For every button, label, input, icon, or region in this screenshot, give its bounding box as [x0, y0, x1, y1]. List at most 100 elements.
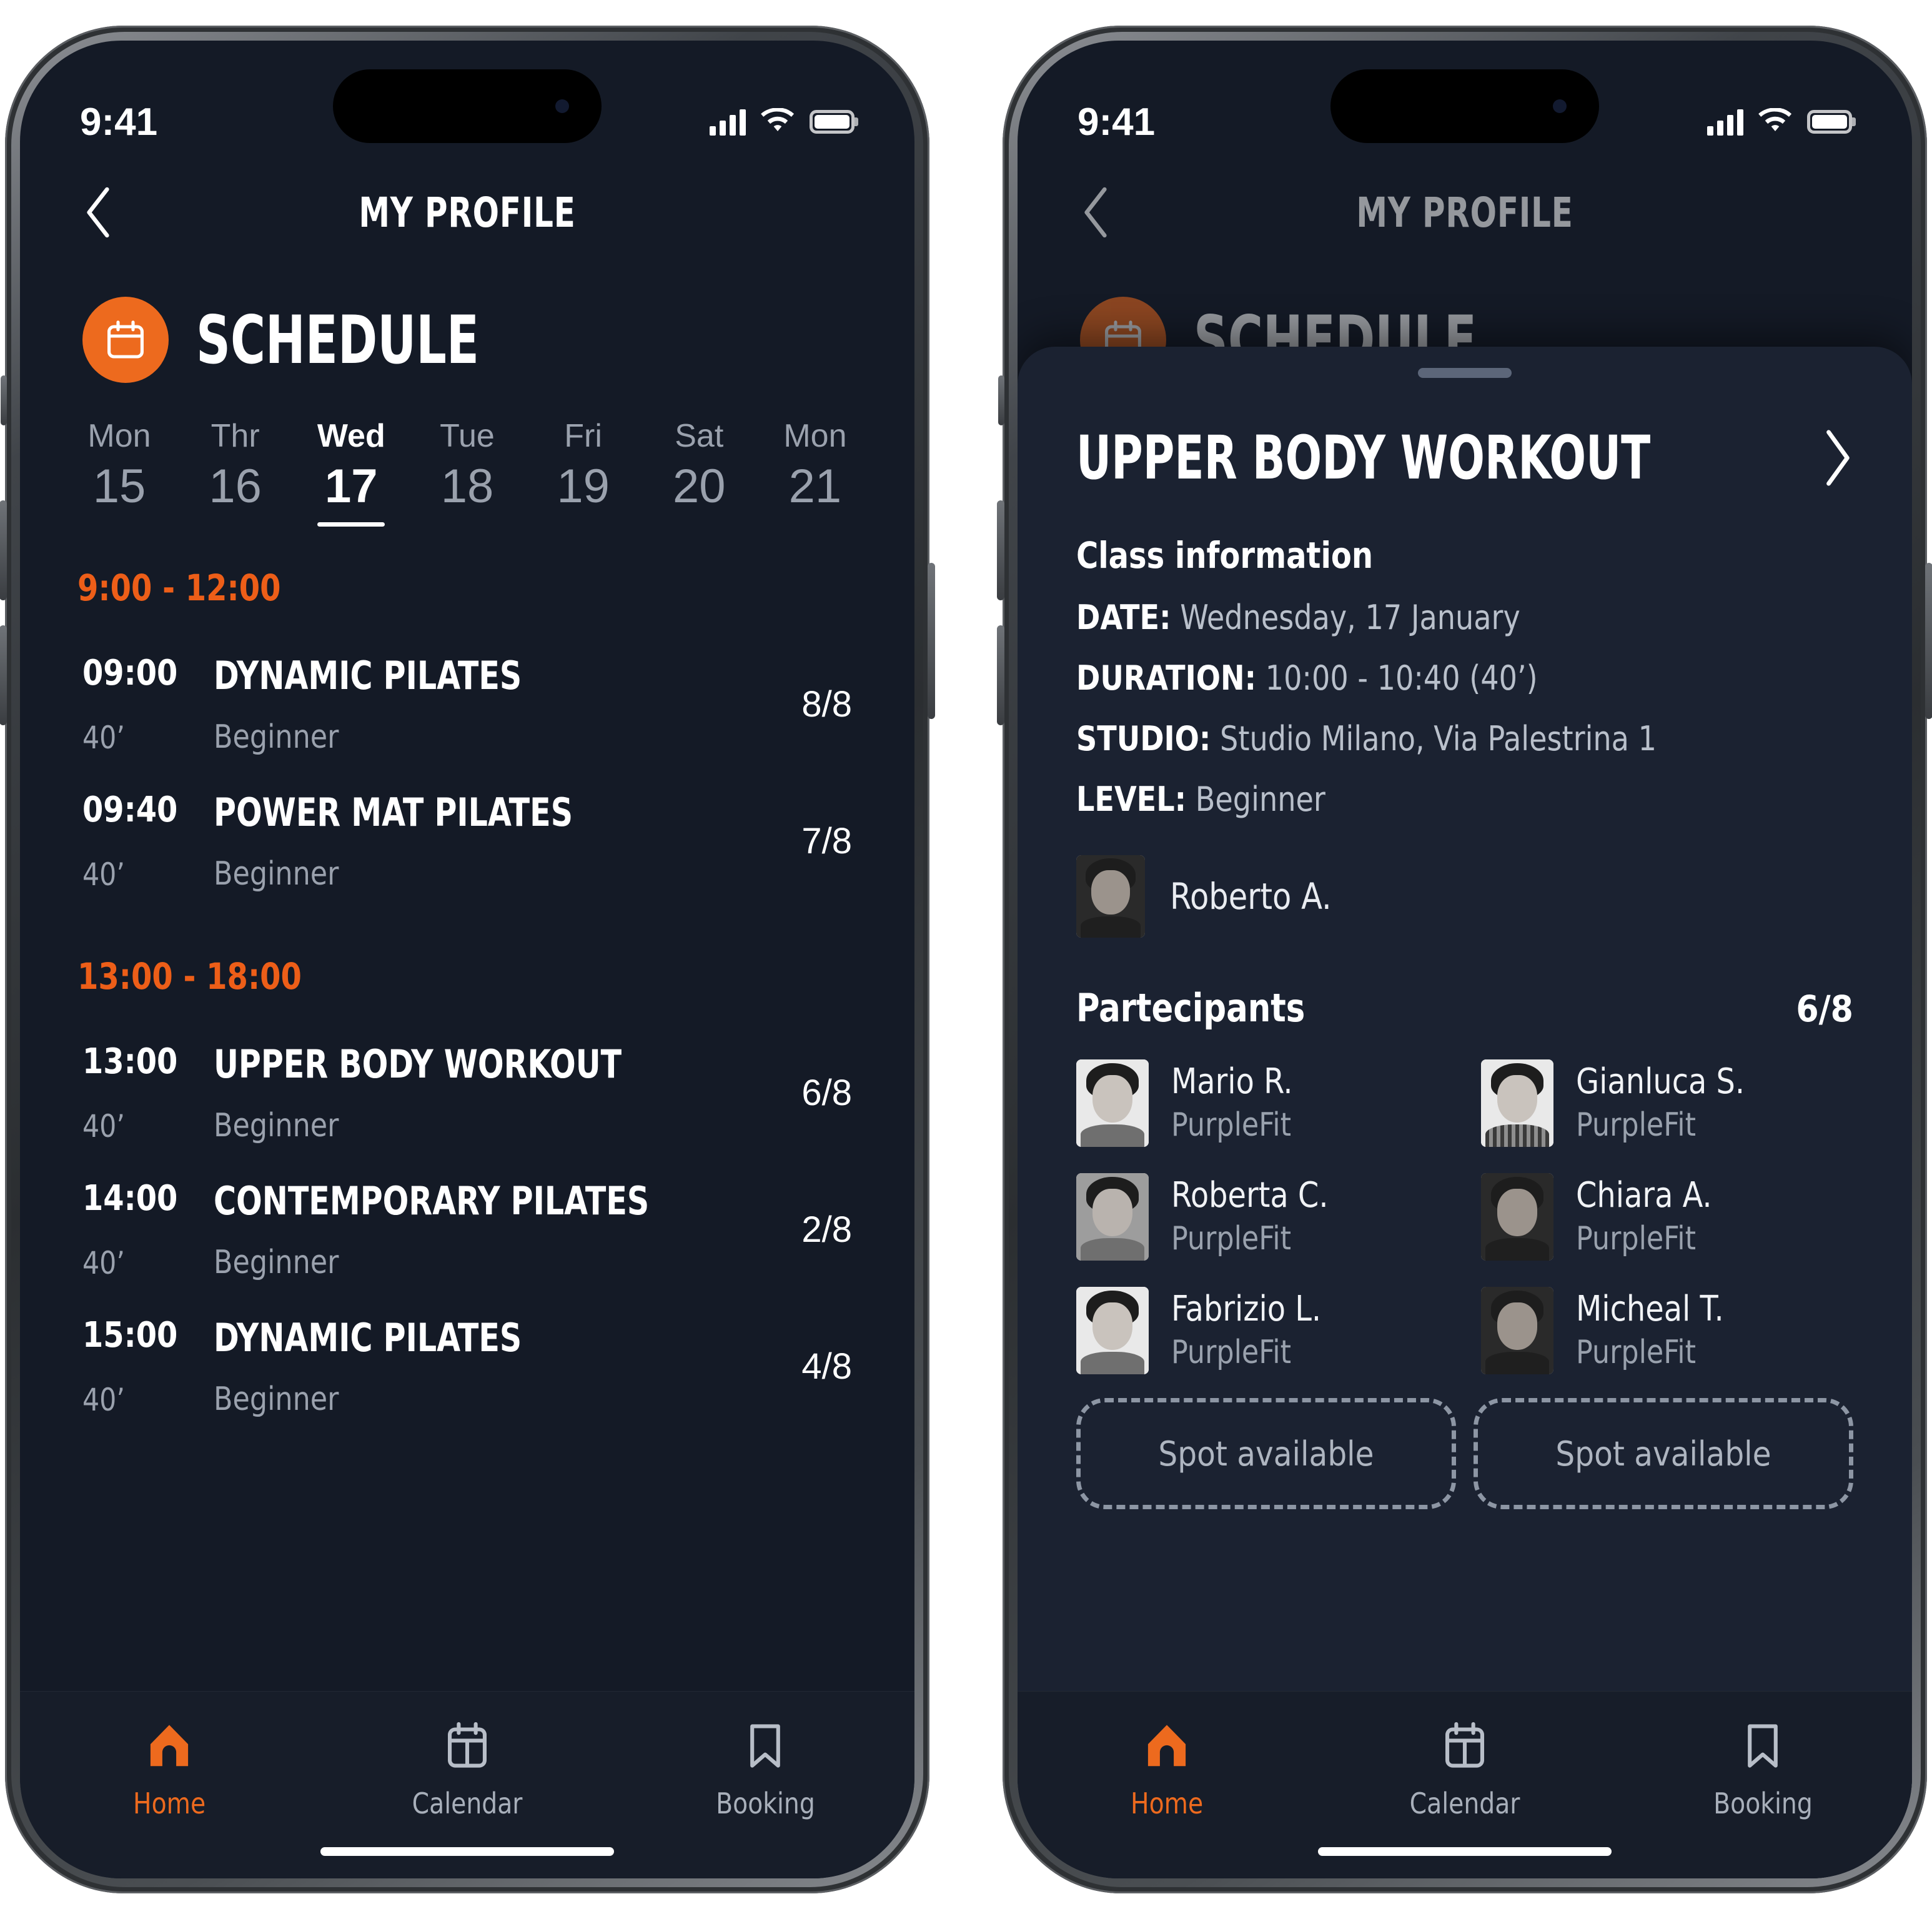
screen-right: 9:41 MY PROFILE SCHEDULE UPPER BODY WORK…: [1018, 41, 1912, 1878]
class-row[interactable]: 13:00 40’ UPPER BODY WORKOUT Beginner 6/…: [20, 1026, 914, 1163]
info-value: Studio Milano, Via Palestrina 1: [1220, 719, 1657, 758]
participant-name: Fabrizio L.: [1171, 1289, 1322, 1330]
slot-header-afternoon: 13:00 - 18:00: [77, 955, 302, 998]
tab-label: Calendar: [1409, 1787, 1520, 1820]
class-level: Beginner: [214, 718, 339, 756]
tab-home[interactable]: Home: [1018, 1719, 1315, 1820]
day-item-4[interactable]: Fri 19: [537, 418, 630, 527]
page-title: MY PROFILE: [359, 188, 576, 237]
day-selector[interactable]: Mon 15 Thr 16 Wed 17 Tue 18 Fri 19 Sat 2…: [20, 383, 914, 527]
class-info-block: POWER MAT PILATES Beginner: [207, 790, 758, 893]
sheet-drag-handle[interactable]: [1418, 368, 1512, 378]
day-item-5[interactable]: Sat 20: [652, 418, 746, 527]
volume-down-button[interactable]: [997, 625, 1004, 725]
participant-name: Chiara A.: [1576, 1175, 1712, 1216]
spot-available-slot[interactable]: Spot available: [1474, 1398, 1853, 1509]
screenshot-stage: 9:41 MY PROFILE SCHEDULE Mon 15 Thr 16 W…: [0, 0, 1932, 1919]
day-number: 20: [673, 459, 726, 513]
day-number: 15: [92, 459, 146, 513]
day-item-1[interactable]: Thr 16: [189, 418, 282, 527]
spot-available-slot[interactable]: Spot available: [1076, 1398, 1456, 1509]
sheet-class-title: UPPER BODY WORKOUT: [1076, 423, 1651, 493]
day-number: 18: [440, 459, 494, 513]
wifi-icon: [1758, 108, 1792, 131]
tab-booking[interactable]: Booking: [617, 1719, 914, 1820]
home-indicator[interactable]: [320, 1847, 614, 1856]
participant-item[interactable]: Mario R. PurpleFit: [1076, 1059, 1449, 1147]
day-number: 19: [557, 459, 610, 513]
day-item-6[interactable]: Mon 21: [768, 418, 862, 527]
participant-item[interactable]: Gianluca S. PurpleFit: [1481, 1059, 1853, 1147]
info-value: 10:00 - 10:40 (40’): [1265, 658, 1538, 698]
power-button[interactable]: [928, 563, 935, 719]
class-row[interactable]: 09:40 40’ POWER MAT PILATES Beginner 7/8: [20, 775, 914, 911]
participant-item[interactable]: Micheal T. PurpleFit: [1481, 1287, 1853, 1374]
status-bar: 9:41: [20, 41, 914, 166]
participant-item[interactable]: Roberta C. PurpleFit: [1076, 1173, 1449, 1261]
class-time: 15:00: [82, 1314, 178, 1356]
sheet-title-row[interactable]: UPPER BODY WORKOUT: [1076, 423, 1853, 493]
dynamic-island: [1330, 69, 1599, 143]
volume-up-button[interactable]: [0, 500, 7, 600]
class-time-block: 09:40 40’: [82, 790, 207, 893]
tab-label: Booking: [1713, 1787, 1813, 1820]
tab-label: Home: [1130, 1787, 1203, 1820]
dynamic-island: [333, 69, 602, 143]
calendar-badge: [82, 297, 169, 383]
calendar-icon: [447, 1722, 487, 1768]
day-item-3[interactable]: Tue 18: [420, 418, 514, 527]
info-label: DATE:: [1076, 598, 1171, 637]
participants-grid: Mario R. PurpleFit Gianluca S. PurpleFit: [1076, 1059, 1853, 1374]
class-row[interactable]: 14:00 40’ CONTEMPORARY PILATES Beginner …: [20, 1163, 914, 1300]
chevron-right-icon[interactable]: [1818, 428, 1853, 488]
tab-booking[interactable]: Booking: [1614, 1719, 1912, 1820]
class-capacity: 2/8: [801, 1209, 852, 1250]
class-time-block: 15:00 40’: [82, 1315, 207, 1418]
avatar: [1076, 1287, 1149, 1374]
schedule-title: SCHEDULE: [196, 301, 479, 379]
class-info-block: DYNAMIC PILATES Beginner: [207, 653, 758, 756]
class-duration: 40’: [82, 719, 125, 756]
power-button[interactable]: [1925, 563, 1932, 719]
volume-down-button[interactable]: [0, 625, 7, 725]
day-name: Mon: [87, 418, 151, 454]
class-capacity: 6/8: [801, 1072, 852, 1113]
class-information-heading: Class information: [1076, 534, 1374, 577]
day-item-0[interactable]: Mon 15: [72, 418, 166, 527]
class-duration: 40’: [82, 1108, 125, 1144]
class-time: 13:00: [82, 1041, 178, 1082]
participant-item[interactable]: Fabrizio L. PurpleFit: [1076, 1287, 1449, 1374]
participants-title: Partecipants: [1076, 985, 1305, 1031]
instructor-avatar: [1076, 855, 1145, 938]
home-indicator[interactable]: [1318, 1847, 1612, 1856]
page-title: MY PROFILE: [1356, 188, 1573, 237]
day-item-2-selected[interactable]: Wed 17: [304, 418, 398, 527]
participant-item[interactable]: Chiara A. PurpleFit: [1481, 1173, 1853, 1261]
front-camera-icon: [555, 99, 569, 113]
volume-up-button[interactable]: [997, 500, 1004, 600]
class-row[interactable]: 09:00 40’ DYNAMIC PILATES Beginner 8/8: [20, 638, 914, 775]
silent-switch[interactable]: [998, 375, 1004, 425]
participants-count: 6/8: [1796, 988, 1853, 1030]
bookmark-icon: [750, 1724, 781, 1768]
day-underline: [317, 522, 385, 527]
class-level: Beginner: [214, 1380, 339, 1418]
tab-home[interactable]: Home: [20, 1719, 318, 1820]
silent-switch[interactable]: [1, 375, 7, 425]
class-name: CONTEMPORARY PILATES: [214, 1178, 650, 1224]
participant-org: PurpleFit: [1576, 1106, 1697, 1144]
status-time: 9:41: [1077, 100, 1156, 144]
home-icon: [150, 1725, 188, 1767]
info-label: LEVEL:: [1076, 780, 1187, 819]
info-value: Wednesday, 17 January: [1180, 598, 1520, 637]
avatar: [1481, 1059, 1553, 1147]
class-row[interactable]: 15:00 40’ DYNAMIC PILATES Beginner 4/8: [20, 1300, 914, 1437]
instructor-row[interactable]: Roberto A.: [1076, 855, 1853, 938]
class-duration: 40’: [82, 1244, 125, 1281]
tab-calendar[interactable]: Calendar: [318, 1719, 616, 1820]
participant-org: PurpleFit: [1171, 1106, 1292, 1144]
class-capacity: 7/8: [801, 820, 852, 861]
tab-calendar[interactable]: Calendar: [1315, 1719, 1613, 1820]
screen-left: 9:41 MY PROFILE SCHEDULE Mon 15 Thr 16 W…: [20, 41, 914, 1878]
class-info-block: CONTEMPORARY PILATES Beginner: [207, 1178, 758, 1281]
